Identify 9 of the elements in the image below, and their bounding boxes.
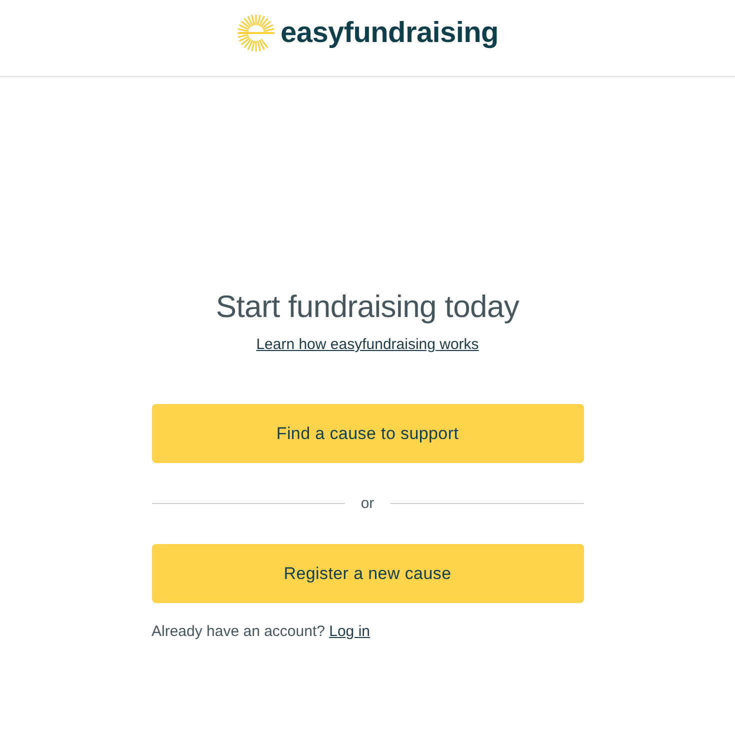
learn-more-link[interactable]: Learn how easyfundraising works — [256, 336, 479, 354]
login-link[interactable]: Log in — [329, 623, 370, 640]
or-separator: or — [360, 494, 376, 512]
sun-logo-icon — [236, 14, 275, 52]
primary-button[interactable]: Find a cause to support — [152, 404, 584, 463]
page-heading: Start fundraising today — [216, 289, 520, 325]
login-prompt: Already have an account? Log in — [152, 623, 370, 641]
logo-wordmark[interactable]: easyfundraising — [280, 14, 498, 52]
primary-button[interactable]: Register a new cause — [152, 544, 584, 603]
